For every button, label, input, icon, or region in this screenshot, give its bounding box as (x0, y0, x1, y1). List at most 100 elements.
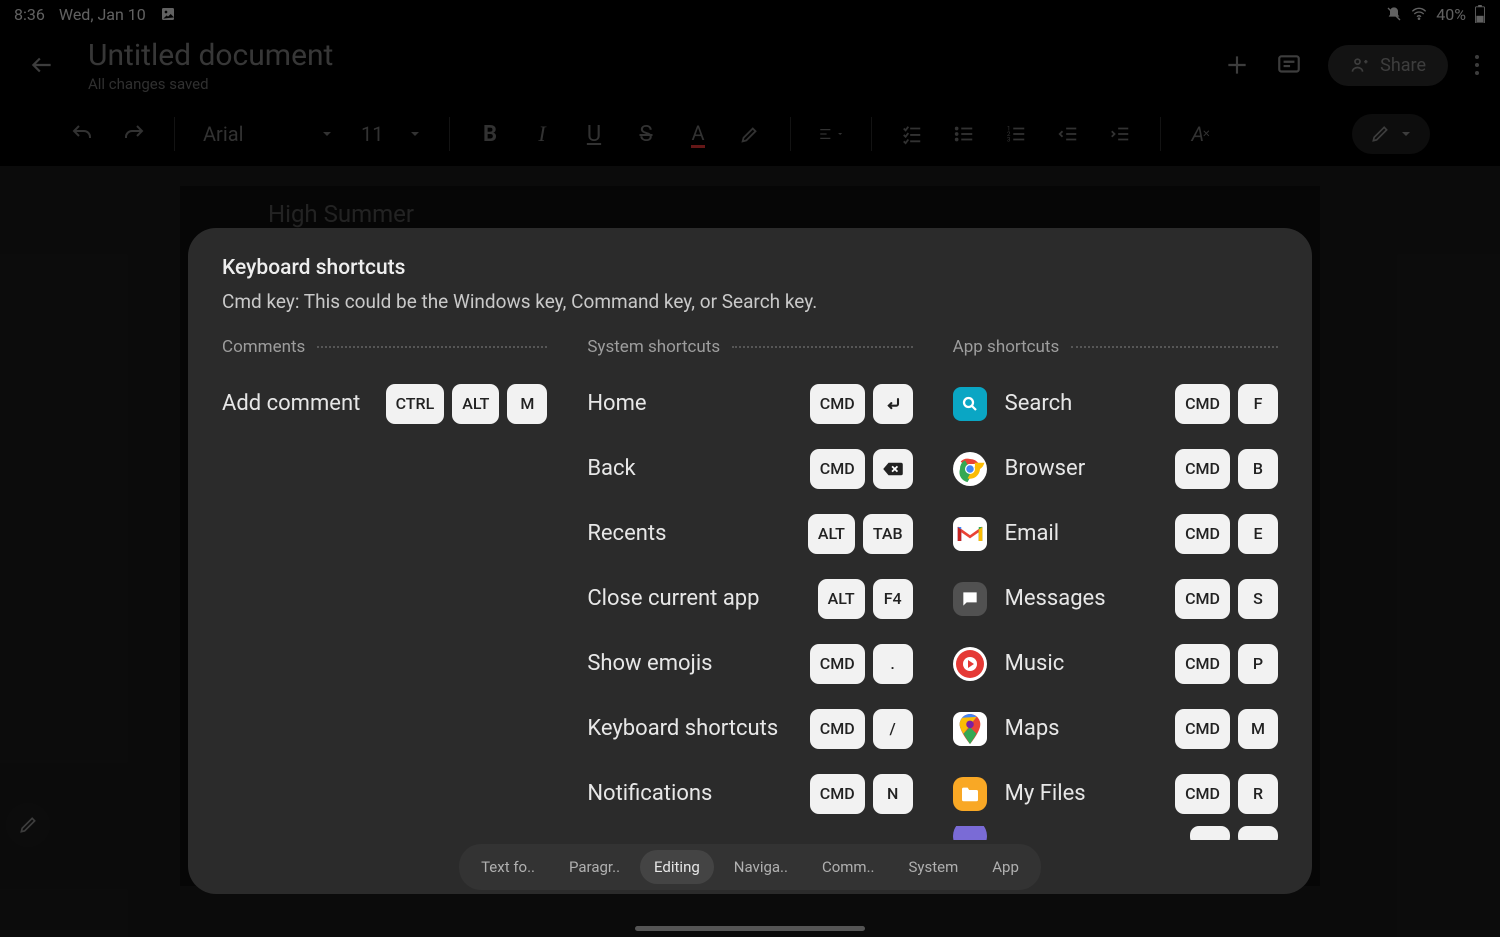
key-cap: CMD (1175, 579, 1230, 619)
backspace-icon (873, 449, 913, 489)
comments-column: Comments Add commentCTRLALTM (222, 337, 547, 840)
key-cap: . (873, 644, 913, 684)
shortcut-label: Search (1005, 391, 1175, 416)
key-combo: CMD (810, 449, 913, 489)
category-tab[interactable]: Editing (640, 850, 714, 884)
key-cap: CMD (1175, 774, 1230, 814)
shortcut-label: Messages (1005, 586, 1175, 611)
key-combo: CTRLALTM (386, 384, 548, 424)
shortcut-row: HomeCMD (587, 371, 912, 436)
section-title: App shortcuts (953, 337, 1060, 357)
key-cap: N (873, 774, 913, 814)
messages-app-icon (953, 582, 987, 616)
key-combo: CMD/ (810, 709, 913, 749)
shortcut-row: BackCMD (587, 436, 912, 501)
category-tab[interactable]: System (895, 850, 973, 884)
shortcut-row: NotificationsCMDN (587, 761, 912, 826)
search-app-icon (953, 387, 987, 421)
shortcut-label: Email (1005, 521, 1175, 546)
key-cap: R (1238, 774, 1278, 814)
key-cap: F4 (873, 579, 913, 619)
key-combo: CMDN (810, 774, 913, 814)
key-cap: ALT (808, 514, 855, 554)
shortcut-row: RecentsALTTAB (587, 501, 912, 566)
key-cap: CMD (810, 709, 865, 749)
key-cap: ALT (452, 384, 499, 424)
app-column: App shortcuts SearchCMDFBrowserCMDBEmail… (953, 337, 1278, 840)
shortcut-row: EmailCMDE (953, 501, 1278, 566)
shortcut-label: Music (1005, 651, 1175, 676)
gmail-app-icon (953, 517, 987, 551)
shortcut-row: Close current appALTF4 (587, 566, 912, 631)
system-column: System shortcuts HomeCMDBackCMDRecentsAL… (587, 337, 912, 840)
key-cap: CMD (1175, 449, 1230, 489)
key-cap: F (1238, 384, 1278, 424)
key-cap: S (1238, 579, 1278, 619)
key-cap: TAB (863, 514, 913, 554)
shortcut-row: My FilesCMDR (953, 761, 1278, 826)
maps-app-icon (953, 712, 987, 746)
shortcut-label: My Files (1005, 781, 1175, 806)
files-app-icon (953, 777, 987, 811)
key-cap: CMD (810, 449, 865, 489)
category-tab[interactable]: App (978, 850, 1033, 884)
shortcut-label: Close current app (587, 586, 817, 611)
key-cap: CMD (1175, 709, 1230, 749)
enter-icon (873, 384, 913, 424)
keyboard-shortcuts-dialog: Keyboard shortcuts Cmd key: This could b… (188, 228, 1312, 894)
key-combo: CMDP (1175, 644, 1278, 684)
key-combo: ALTTAB (808, 514, 913, 554)
key-cap: B (1238, 449, 1278, 489)
key-combo: CMD. (810, 644, 913, 684)
section-title: Comments (222, 337, 305, 357)
key-cap: M (507, 384, 547, 424)
key-combo: CMDS (1175, 579, 1278, 619)
shortcut-label: Back (587, 456, 809, 481)
key-combo: CMDR (1175, 774, 1278, 814)
app-icon (953, 826, 987, 840)
key-combo: ALTF4 (818, 579, 913, 619)
key-cap: CMD (810, 774, 865, 814)
shortcut-label: Home (587, 391, 809, 416)
shortcut-row: SearchCMDF (953, 371, 1278, 436)
key-combo: CMDB (1175, 449, 1278, 489)
shortcut-label: Add comment (222, 391, 386, 416)
chrome-app-icon (953, 452, 987, 486)
key-cap: CTRL (386, 384, 445, 424)
key-cap: CMD (1175, 384, 1230, 424)
key-cap: CMD (810, 384, 865, 424)
shortcut-label: Recents (587, 521, 808, 546)
key-cap: P (1238, 644, 1278, 684)
key-combo: CMDF (1175, 384, 1278, 424)
key-combo: CMDE (1175, 514, 1278, 554)
shortcut-label: Maps (1005, 716, 1175, 741)
key-cap: M (1238, 709, 1278, 749)
shortcut-row: MessagesCMDS (953, 566, 1278, 631)
shortcut-row (953, 826, 1278, 840)
shortcut-row: MapsCMDM (953, 696, 1278, 761)
key-combo: CMD (810, 384, 913, 424)
shortcut-label: Notifications (587, 781, 809, 806)
shortcut-label: Show emojis (587, 651, 809, 676)
key-cap: ALT (818, 579, 865, 619)
section-title: System shortcuts (587, 337, 720, 357)
key-cap: CMD (1175, 514, 1230, 554)
dialog-subtitle: Cmd key: This could be the Windows key, … (222, 290, 1278, 313)
key-cap: CMD (1175, 644, 1230, 684)
shortcut-row: MusicCMDP (953, 631, 1278, 696)
dialog-tab-bar: Text fo..Paragr..EditingNaviga..Comm..Sy… (188, 840, 1312, 894)
shortcut-row: Add commentCTRLALTM (222, 371, 547, 436)
category-tab[interactable]: Naviga.. (720, 850, 802, 884)
key-cap: E (1238, 514, 1278, 554)
shortcut-row: BrowserCMDB (953, 436, 1278, 501)
nav-handle[interactable] (635, 926, 865, 931)
shortcut-row: Show emojisCMD. (587, 631, 912, 696)
shortcut-row: Keyboard shortcutsCMD/ (587, 696, 912, 761)
category-tab[interactable]: Comm.. (808, 850, 889, 884)
key-cap: / (873, 709, 913, 749)
key-cap: CMD (810, 644, 865, 684)
category-tab[interactable]: Paragr.. (555, 850, 634, 884)
category-tab[interactable]: Text fo.. (467, 850, 549, 884)
key-combo: CMDM (1175, 709, 1278, 749)
shortcut-label: Browser (1005, 456, 1175, 481)
